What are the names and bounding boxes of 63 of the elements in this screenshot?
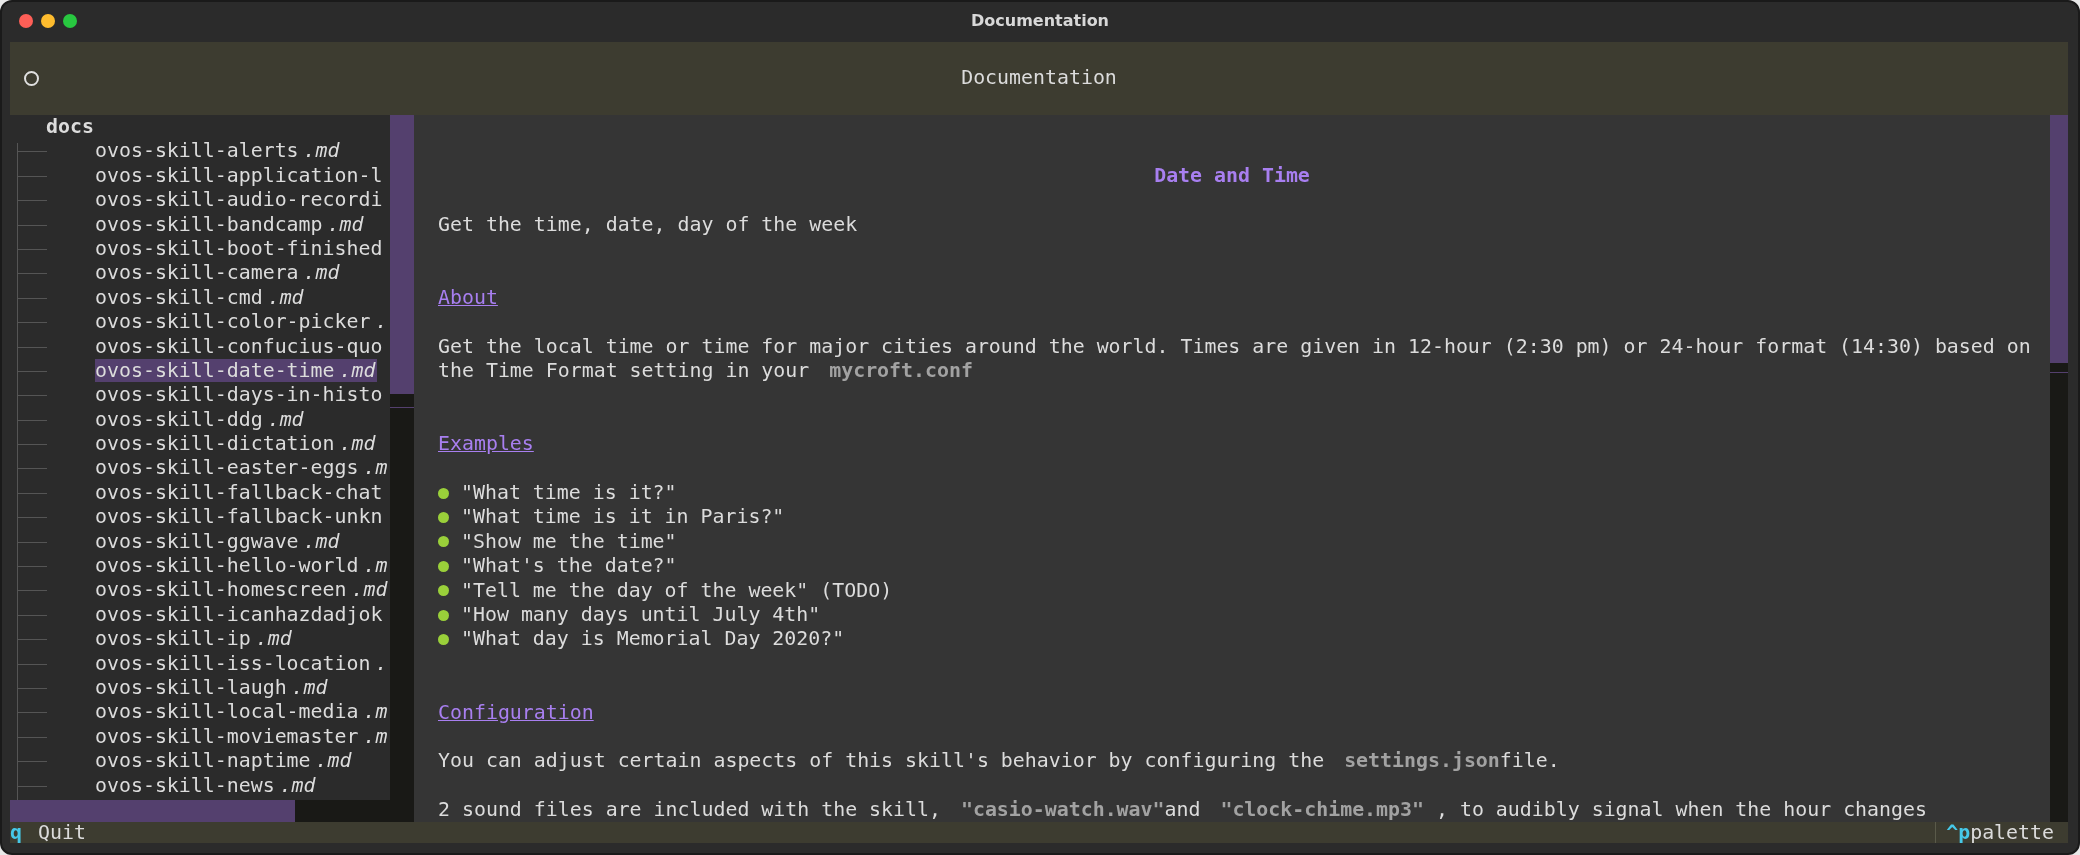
document-title: Date and Time	[1154, 163, 1310, 187]
list-item: "What time is it?"	[461, 481, 677, 506]
file-item[interactable]: ovos-skill-iss-location .	[95, 651, 390, 675]
shortcut-key: ^p	[1946, 822, 1971, 843]
paragraph: Get the time, date, day of the week	[438, 212, 859, 237]
file-item[interactable]: ovos-skill-fallback-unkn	[95, 505, 385, 529]
paragraph: 2 sound files are included with the skill, "casio-watch.wav"and "clock-chime.mp3" , to audibly signal when the hour changes	[438, 798, 1928, 822]
file-item[interactable]: ovos-skill-boot-finished	[95, 236, 385, 260]
section-heading: About	[438, 285, 498, 309]
file-item[interactable]: ovos-skill-confucius-quo	[95, 334, 385, 358]
bullet-icon	[438, 634, 449, 646]
file-item[interactable]: ovos-skill-naptime .md	[95, 749, 354, 773]
scrollbar[interactable]	[390, 115, 414, 800]
list-item: "How many days until July 4th"	[461, 602, 821, 628]
circle-icon	[24, 71, 39, 86]
folder-label[interactable]: docs	[46, 115, 94, 138]
paragraph: You can adjust certain aspects of this skill's behavior by configuring the settings.jsonfile.	[438, 749, 1561, 774]
file-item[interactable]: ovos-skill-days-in-histo	[95, 383, 385, 407]
list-item: "What's the date?"	[461, 554, 677, 579]
file-item[interactable]: ovos-skill-color-picker .	[95, 310, 390, 334]
file-item[interactable]: ovos-skill-dictation .md	[95, 432, 378, 456]
file-item[interactable]: ovos-skill-application-l	[95, 163, 385, 187]
list-item: "Show me the time"	[461, 529, 677, 555]
file-item[interactable]: ovos-skill-ddg .md	[95, 407, 306, 431]
list-item: "Tell me the day of the week" (TODO)	[461, 578, 893, 603]
header-title: Documentation	[961, 66, 1117, 91]
file-item[interactable]: ovos-skill-cmd .md	[95, 285, 306, 309]
file-item[interactable]: ovos-skill-camera .md	[95, 261, 342, 285]
file-item[interactable]: ovos-skill-alerts .md	[95, 139, 342, 163]
bullet-icon	[438, 536, 449, 548]
palette-action[interactable]: palette	[1970, 822, 2054, 843]
file-item[interactable]: ovos-skill-ggwave .md	[95, 529, 342, 553]
file-item[interactable]: ovos-skill-moviemaster .m	[95, 724, 390, 748]
paragraph: Get the local time or time for major cities around the world. Times are given in 12-hour (2:30 pm) or 24-hour format (14:30) based on the Time Format setting in your mycroft.conf	[438, 334, 2032, 384]
file-item[interactable]: ovos-skill-icanhazdadjok	[95, 602, 385, 626]
section-heading: Examples	[438, 432, 534, 456]
zoom-icon[interactable]	[63, 14, 77, 28]
file-item[interactable]: ovos-skill-fallback-chat	[95, 480, 385, 504]
close-icon[interactable]	[19, 14, 33, 28]
file-item[interactable]: ovos-skill-hello-world .m	[95, 554, 390, 578]
list-item: "What time is it in Paris?"	[461, 505, 785, 530]
minimize-icon[interactable]	[41, 14, 55, 28]
file-item[interactable]: ovos-skill-news .md	[95, 773, 318, 797]
file-item[interactable]: ovos-skill-audio-recordi	[95, 188, 385, 212]
file-item[interactable]: ovos-skill-homescreen .md	[95, 578, 390, 602]
scrollbar[interactable]	[2050, 115, 2068, 822]
bullet-icon	[438, 487, 449, 499]
file-item[interactable]: ovos-skill-date-time .md	[95, 358, 378, 382]
window-title: Documentation	[971, 10, 1109, 32]
file-item[interactable]: ovos-skill-ip .md	[95, 627, 294, 651]
section-heading: Configuration	[438, 700, 594, 724]
bullet-icon	[438, 560, 449, 572]
list-item: "What day is Memorial Day 2020?"	[461, 627, 845, 652]
shortcut-key: q	[10, 822, 22, 843]
file-item[interactable]: ovos-skill-easter-eggs .m	[95, 456, 390, 480]
file-item[interactable]: ovos-skill-local-media .m	[95, 700, 390, 724]
horizontal-scrollbar[interactable]	[10, 800, 414, 822]
file-item[interactable]: ovos-skill-bandcamp .md	[95, 212, 366, 236]
file-item[interactable]: ovos-skill-laugh .md	[95, 676, 330, 699]
bullet-icon	[438, 609, 449, 621]
bullet-icon	[438, 512, 449, 524]
quit-action[interactable]: Quit	[38, 822, 86, 843]
bullet-icon	[438, 585, 449, 597]
